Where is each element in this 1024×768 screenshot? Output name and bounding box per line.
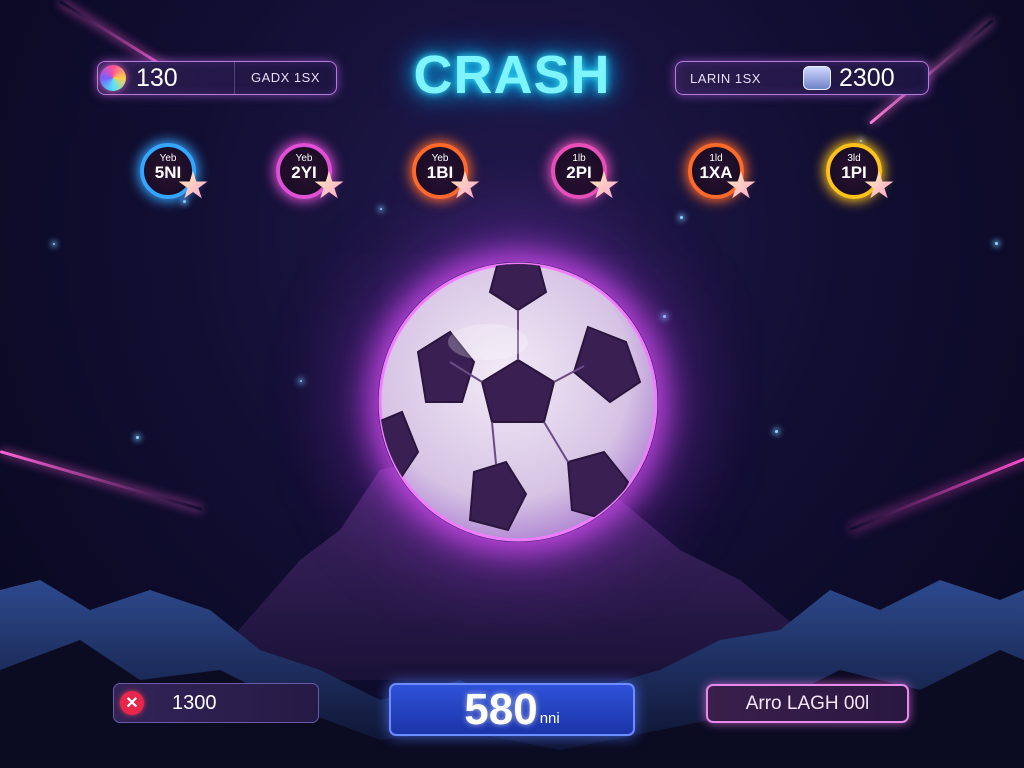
multiplier-badge[interactable]: 3ld 1PI (826, 143, 894, 199)
close-icon[interactable]: ✕ (120, 691, 144, 715)
score-label: LARIN 1SX (690, 70, 761, 86)
multiplier-badge[interactable]: 1lb 2PI (551, 143, 619, 199)
auto-cashout-button[interactable]: Arro LAGH 00l (706, 684, 909, 723)
auto-cashout-label: Arro LAGH 00l (745, 692, 870, 714)
bet-amount-field[interactable]: ✕ 1300 (113, 683, 319, 723)
multiplier-unit: nni (539, 710, 560, 727)
multiplier-badge[interactable]: 1ld 1XA (688, 143, 756, 199)
badge-value: 1PI (841, 163, 867, 182)
score-panel: LARIN 1SX 2300 (675, 61, 929, 95)
badge-value: 1XA (699, 163, 733, 182)
multiplier-badge[interactable]: Yeb 5NI (140, 143, 208, 199)
multiplier-value: 580 (464, 684, 538, 734)
badge-value: 5NI (154, 163, 182, 182)
multiplier-badge[interactable]: Yeb 1BI (412, 143, 480, 199)
multiplier-display[interactable]: 580 nni (389, 683, 635, 736)
controller-icon (802, 66, 831, 90)
badge-value: 2YI (291, 163, 317, 182)
badge-value: 2PI (566, 163, 592, 182)
soccer-ball (378, 262, 658, 542)
multiplier-badge[interactable]: Yeb 2YI (276, 143, 344, 199)
score-value: 2300 (838, 63, 895, 92)
bet-amount: 1300 (172, 691, 217, 714)
badge-value: 1BI (426, 163, 454, 182)
